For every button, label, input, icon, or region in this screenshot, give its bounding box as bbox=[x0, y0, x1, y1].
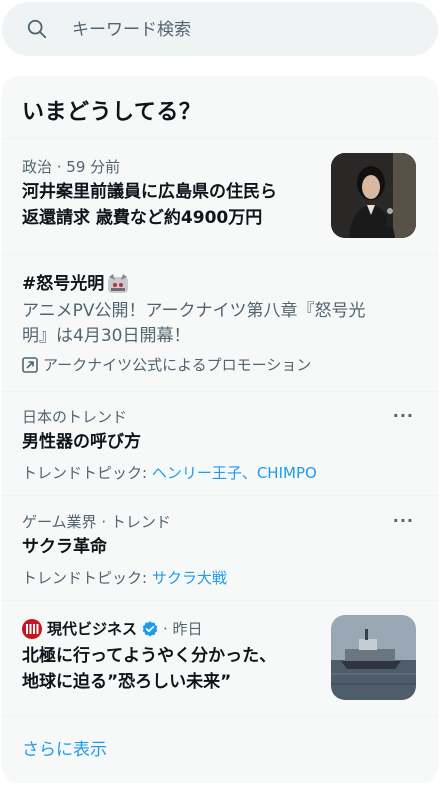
trend-topics: トレンドトピック: サクラ大戦 bbox=[22, 567, 227, 588]
search-input[interactable] bbox=[70, 12, 414, 48]
trend-meta: 日本のトレンド bbox=[22, 408, 128, 426]
trend-topic-links[interactable]: ヘンリー王子、CHIMPO bbox=[152, 464, 317, 482]
promoted-by-row[interactable]: アークナイツ公式によるプロモーション bbox=[22, 354, 311, 375]
trend-topic-label: トレンドトピック: bbox=[22, 569, 152, 587]
news-photo-icon bbox=[331, 615, 416, 700]
promoted-item[interactable]: #怒号光明 アニメPV公開！アークナイツ第八章『怒号光 明』は4月30日開幕！ … bbox=[2, 255, 438, 391]
news-headline-line1: 河井案里前議員に広島県の住民ら bbox=[22, 182, 277, 202]
news-item-arctic[interactable]: 現代ビジネス · 昨日 北極に行ってようやく分かった、 地球に迫る”恐ろしい未来… bbox=[2, 601, 438, 716]
divider bbox=[2, 716, 438, 717]
news-meta: 政治 · 59 分前 bbox=[22, 158, 121, 176]
news-source-row: 現代ビジネス · 昨日 bbox=[22, 618, 203, 639]
news-headline-line2: 返還請求 歳費など約4900万円 bbox=[22, 208, 263, 228]
trend-topic-links[interactable]: サクラ大戦 bbox=[152, 569, 227, 587]
trend-meta: ゲーム業界 · トレンド bbox=[22, 513, 171, 531]
promo-hashtag-row: #怒号光明 bbox=[22, 271, 129, 297]
trend-item-1[interactable]: 日本のトレンド ··· 男性器の呼び方 トレンドトピック: ヘンリー王子、CHI… bbox=[2, 392, 438, 495]
promo-hashtag: #怒号光明 bbox=[22, 274, 105, 294]
trend-item-2[interactable]: ゲーム業界 · トレンド ··· サクラ革命 トレンドトピック: サクラ大戦 bbox=[2, 496, 438, 600]
trend-topic-label: トレンドトピック: bbox=[22, 464, 152, 482]
search-bar[interactable] bbox=[2, 2, 438, 56]
panel-title: いまどうしてる？ bbox=[22, 100, 202, 125]
news-headline-line1: 北極に行ってようやく分かった、 bbox=[22, 646, 277, 666]
search-icon bbox=[27, 19, 47, 39]
news-thumbnail[interactable] bbox=[331, 153, 416, 238]
news-source-name[interactable]: 現代ビジネス bbox=[47, 618, 137, 639]
trend-title: 男性器の呼び方 bbox=[22, 432, 141, 452]
news-time: · 昨日 bbox=[163, 620, 203, 638]
more-options-button[interactable]: ··· bbox=[393, 406, 414, 425]
news-headline-line2: 地球に迫る”恐ろしい未来” bbox=[22, 672, 232, 692]
trend-title: サクラ革命 bbox=[22, 537, 107, 557]
trend-topics: トレンドトピック: ヘンリー王子、CHIMPO bbox=[22, 462, 317, 483]
news-photo-icon bbox=[331, 153, 416, 238]
verified-badge-icon bbox=[142, 620, 158, 636]
more-options-button[interactable]: ··· bbox=[393, 511, 414, 530]
news-thumbnail[interactable] bbox=[331, 615, 416, 700]
promo-text-line1: アニメPV公開！アークナイツ第八章『怒号光 bbox=[22, 301, 366, 321]
trends-panel: いまどうしてる？ 政治 · 59 分前 河井案里前議員に広島県の住民ら 返還請求… bbox=[2, 76, 438, 783]
promo-text-line2: 明』は4月30日開幕！ bbox=[22, 326, 191, 346]
hashtag-emoji-icon bbox=[108, 274, 129, 293]
promoted-icon bbox=[22, 356, 38, 373]
news-item-kawai[interactable]: 政治 · 59 分前 河井案里前議員に広島県の住民ら 返還請求 歳費など約490… bbox=[2, 139, 438, 254]
promoted-by-label: アークナイツ公式によるプロモーション bbox=[43, 356, 312, 374]
source-logo-icon bbox=[22, 618, 42, 639]
show-more-link[interactable]: さらに表示 bbox=[22, 735, 107, 760]
